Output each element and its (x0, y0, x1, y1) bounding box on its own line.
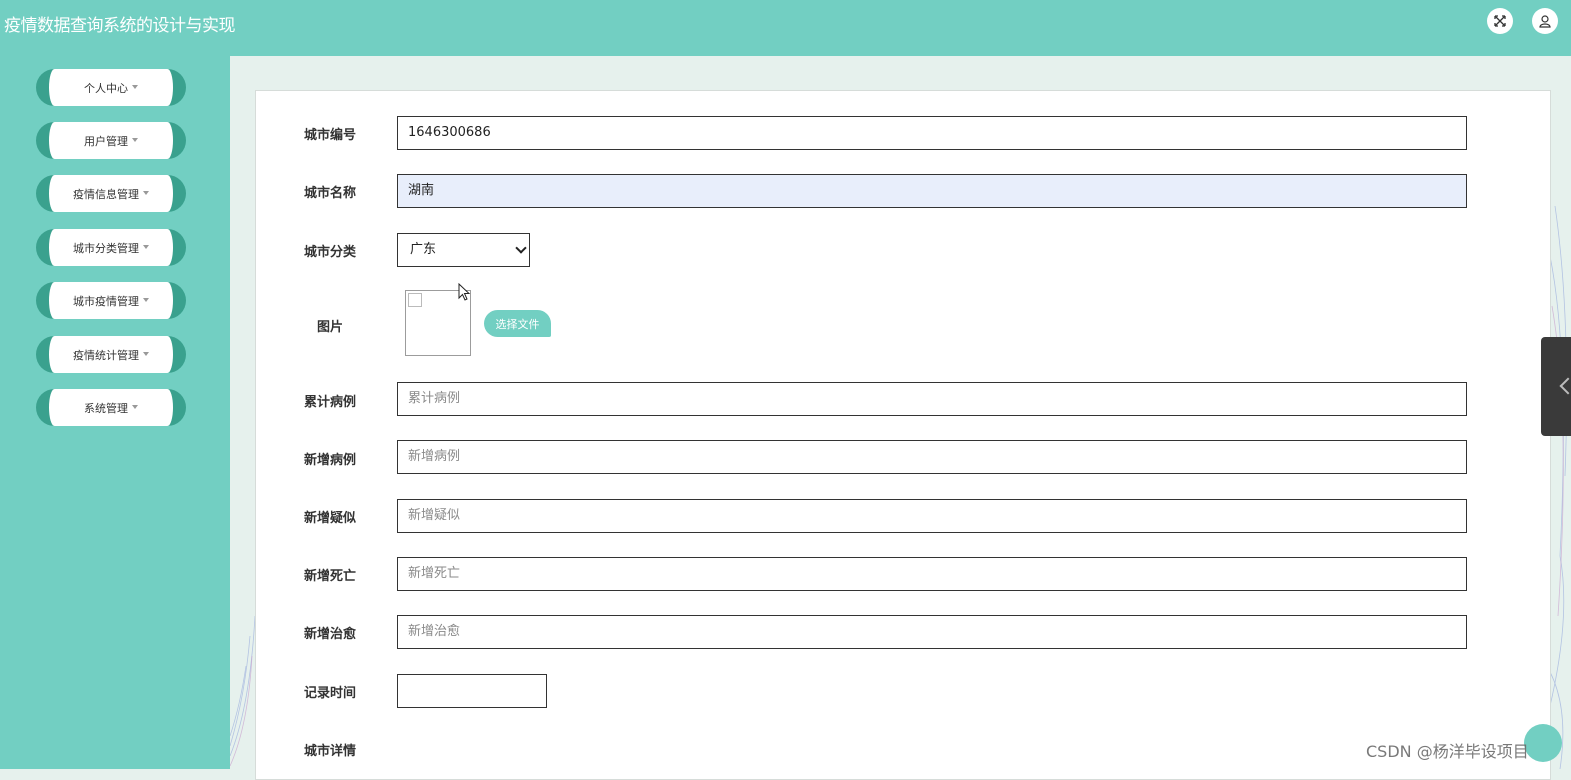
city-no-label: 城市编号 (304, 128, 357, 143)
chevron-left-icon (1559, 377, 1571, 395)
sidebar-item-epidemic-stats[interactable]: 疫情统计管理 (36, 336, 186, 373)
sidebar-item-city-epidemic[interactable]: 城市疫情管理 (36, 282, 186, 319)
caret-down-icon (132, 137, 138, 142)
side-collapse-tab[interactable] (1541, 337, 1571, 436)
sidebar-item-label: 城市分类管理 (73, 241, 139, 255)
caret-down-icon (132, 404, 138, 409)
sidebar-item-label: 系统管理 (84, 401, 128, 415)
city-detail-label: 城市详情 (304, 744, 357, 759)
image-label: 图片 (317, 320, 344, 335)
sidebar-item-label: 疫情信息管理 (73, 187, 139, 201)
new-cases-input[interactable]: 新增病例 (397, 440, 1467, 474)
city-category-label: 城市分类 (304, 245, 357, 260)
caret-down-icon (143, 351, 149, 356)
city-name-label: 城市名称 (304, 186, 357, 201)
caret-down-icon (143, 190, 149, 195)
caret-down-icon (132, 84, 138, 89)
total-cases-input[interactable]: 累计病例 (397, 382, 1467, 416)
sidebar-item-label: 个人中心 (84, 81, 128, 95)
user-icon[interactable] (1532, 8, 1558, 34)
broken-image-icon (408, 293, 422, 307)
chevron-down-icon (515, 242, 527, 254)
new-cases-label: 新增病例 (304, 453, 357, 468)
city-no-input[interactable]: 1646300686 (397, 116, 1467, 150)
sidebar-item-label: 城市疫情管理 (73, 294, 139, 308)
record-time-label: 记录时间 (304, 686, 357, 701)
mouse-cursor-icon (458, 283, 471, 301)
top-bar: 疫情数据查询系统的设计与实现 (0, 0, 1571, 56)
new-suspected-label: 新增疑似 (304, 511, 357, 526)
choose-file-button[interactable]: 选择文件 (484, 310, 551, 337)
new-deaths-label: 新增死亡 (304, 569, 357, 584)
sidebar-item-personal-center[interactable]: 个人中心 (36, 69, 186, 106)
new-recovered-input[interactable]: 新增治愈 (397, 615, 1467, 649)
new-recovered-label: 新增治愈 (304, 627, 357, 642)
city-category-selected: 广东 (410, 242, 437, 257)
city-category-select[interactable]: 广东 (397, 233, 530, 267)
total-cases-label: 累计病例 (304, 395, 357, 410)
caret-down-icon (143, 244, 149, 249)
sidebar-item-city-category[interactable]: 城市分类管理 (36, 229, 186, 266)
sidebar-item-label: 疫情统计管理 (73, 348, 139, 362)
sidebar-item-user-management[interactable]: 用户管理 (36, 122, 186, 159)
sidebar-item-label: 用户管理 (84, 134, 128, 148)
floating-action-button[interactable] (1524, 724, 1562, 762)
city-name-input[interactable]: 湖南 (397, 174, 1467, 208)
new-deaths-input[interactable]: 新增死亡 (397, 557, 1467, 591)
record-time-input[interactable] (397, 674, 547, 708)
fullscreen-icon[interactable] (1487, 8, 1513, 34)
caret-down-icon (143, 297, 149, 302)
new-suspected-input[interactable]: 新增疑似 (397, 499, 1467, 533)
watermark: CSDN @杨洋毕设项目 (1366, 742, 1529, 761)
sidebar-item-epidemic-info[interactable]: 疫情信息管理 (36, 175, 186, 212)
sidebar-item-system[interactable]: 系统管理 (36, 389, 186, 426)
app-title: 疫情数据查询系统的设计与实现 (4, 16, 236, 36)
